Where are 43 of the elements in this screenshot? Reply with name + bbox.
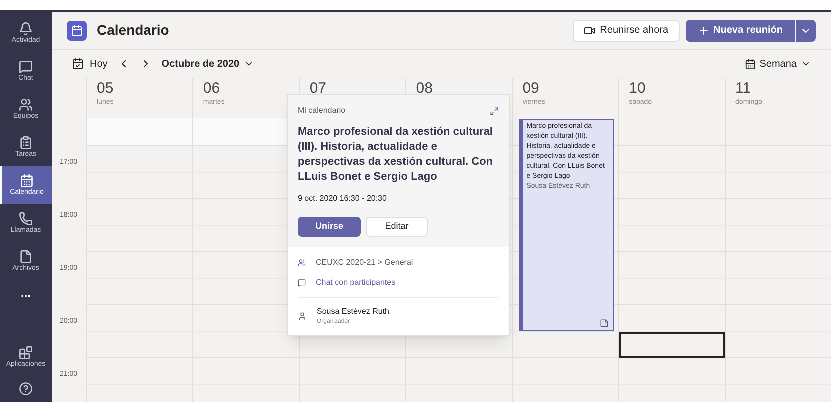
apps-icon	[19, 346, 33, 360]
file-icon	[19, 250, 33, 264]
day-number: 09	[522, 80, 540, 98]
selected-slot[interactable]	[619, 332, 725, 358]
page-title: Calendario	[97, 21, 170, 40]
day-number: 06	[203, 80, 222, 98]
calendar-icon	[20, 174, 34, 188]
chat-link[interactable]: Chat con participantes	[316, 277, 396, 289]
dropdown-button[interactable]	[796, 20, 816, 42]
edit-button[interactable]: Editar	[366, 217, 428, 237]
day-number: 10	[629, 80, 647, 98]
calendar-name: Mi calendario	[298, 105, 346, 117]
meet-now-button[interactable]: Reunirse ahora	[573, 20, 680, 42]
event-time: 9 oct. 2020 16:30 - 20:30	[298, 193, 388, 205]
month-picker[interactable]: Octubre de 2020	[162, 56, 254, 72]
event-title: Marco profesional da xestión cultural (III). Historia, actualidade e perspectivas da xestión cultural. Con LLuis Bonet e Sergio Lago	[298, 125, 494, 185]
plus-icon	[698, 24, 710, 36]
calendar-icon	[71, 24, 83, 36]
help-icon	[19, 382, 33, 396]
note-icon	[600, 319, 610, 328]
bell-icon	[19, 22, 33, 36]
view-picker[interactable]: Semana	[744, 56, 811, 72]
channel-link[interactable]: CEUXC 2020-21 > General	[316, 257, 414, 269]
today-button[interactable]: Hoy	[72, 56, 108, 72]
phone-icon	[19, 212, 33, 226]
chat-icon	[19, 60, 33, 74]
day-number: 08	[416, 80, 434, 98]
day-number: 07	[310, 80, 328, 98]
day-number: 05	[97, 80, 115, 98]
team-icon	[298, 259, 306, 267]
chat-icon	[298, 279, 306, 287]
expand-icon[interactable]	[490, 106, 499, 116]
join-button[interactable]: Unirse	[298, 217, 361, 237]
more-button[interactable]: ...	[0, 280, 52, 306]
calendar-icon	[72, 58, 84, 70]
person-icon	[298, 312, 307, 321]
people-icon	[19, 98, 33, 112]
video-camera-icon	[584, 24, 596, 36]
day-number: 11	[736, 80, 752, 98]
new-meeting-button[interactable]: Nueva reunión	[686, 20, 795, 42]
clipboard-icon	[19, 136, 33, 150]
organizer-name: Sousa Estévez Ruth	[317, 306, 390, 318]
calendar-icon	[744, 58, 756, 70]
